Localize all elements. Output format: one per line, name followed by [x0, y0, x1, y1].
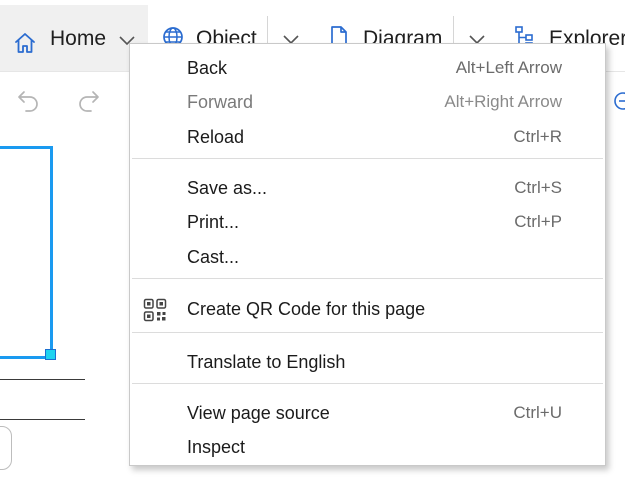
menu-item-label: Inspect: [187, 437, 246, 457]
menu-item-shortcut: Ctrl+R: [513, 127, 562, 146]
selected-shape-outline[interactable]: [0, 146, 53, 359]
menu-separator: [132, 383, 603, 384]
menu-separator: [132, 332, 603, 333]
zoom-icon[interactable]: [613, 91, 625, 111]
tab-home[interactable]: Home: [0, 5, 148, 71]
menu-item-shortcut: Alt+Right Arrow: [444, 92, 562, 111]
menu-item-translate[interactable]: Translate to English: [130, 346, 605, 376]
canvas-line: [0, 419, 85, 420]
context-menu: Back Alt+Left Arrow Forward Alt+Right Ar…: [129, 43, 606, 466]
resize-handle[interactable]: [45, 349, 56, 360]
home-icon: [15, 33, 35, 53]
menu-item-label: Create QR Code for this page: [187, 299, 426, 319]
tab-home-label: Home: [50, 27, 107, 50]
menu-item-label: Forward: [187, 92, 254, 112]
menu-separator: [132, 158, 603, 159]
redo-icon[interactable]: [76, 88, 102, 114]
menu-item-shortcut: Ctrl+U: [513, 403, 562, 422]
canvas-shape[interactable]: [0, 426, 12, 470]
menu-item-label: Translate to English: [187, 352, 346, 372]
menu-item-shortcut: Ctrl+S: [514, 178, 562, 197]
menu-item-shortcut: Ctrl+P: [514, 212, 562, 231]
menu-item-label: Reload: [187, 127, 245, 147]
menu-item-print[interactable]: Print... Ctrl+P: [130, 206, 605, 236]
app-window: Home Object Diagram Explorer Back Alt+Le…: [0, 0, 625, 482]
menu-item-label: Cast...: [187, 247, 240, 267]
menu-item-save-as[interactable]: Save as... Ctrl+S: [130, 172, 605, 202]
menu-item-label: Back: [187, 58, 228, 78]
canvas-line: [0, 379, 85, 380]
menu-item-back[interactable]: Back Alt+Left Arrow: [130, 52, 605, 82]
menu-item-view-page-source[interactable]: View page source Ctrl+U: [130, 397, 605, 427]
menu-item-label: Save as...: [187, 178, 268, 198]
menu-item-inspect[interactable]: Inspect: [130, 431, 605, 461]
menu-item-label: Print...: [187, 212, 240, 232]
menu-item-forward[interactable]: Forward Alt+Right Arrow: [130, 86, 605, 116]
qr-code-icon: [143, 298, 167, 322]
menu-item-label: View page source: [187, 403, 330, 423]
menu-item-shortcut: Alt+Left Arrow: [455, 58, 562, 77]
menu-item-reload[interactable]: Reload Ctrl+R: [130, 121, 605, 151]
undo-icon[interactable]: [15, 88, 41, 114]
menu-item-cast[interactable]: Cast...: [130, 241, 605, 271]
menu-item-create-qr-code[interactable]: Create QR Code for this page: [130, 293, 605, 323]
menu-separator: [132, 278, 603, 279]
